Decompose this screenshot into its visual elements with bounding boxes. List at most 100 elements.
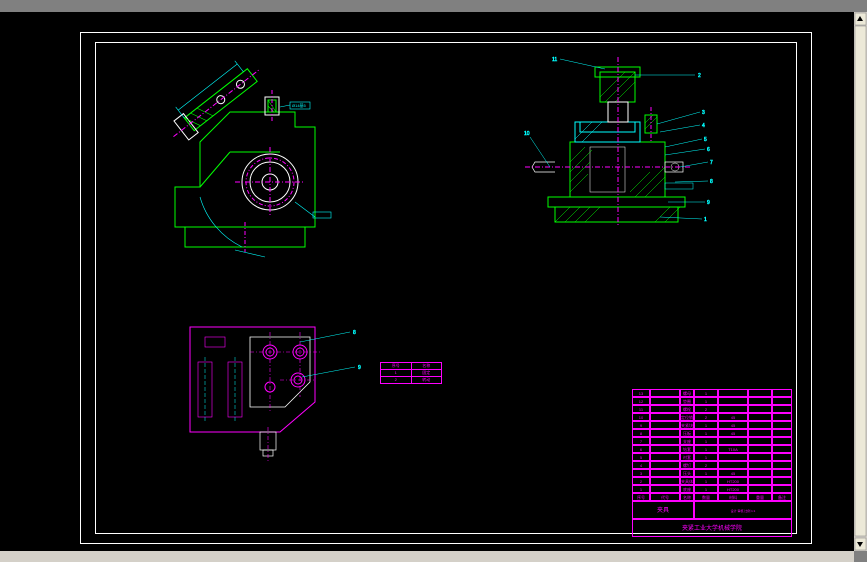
titleblock-cell: 8 (632, 429, 650, 437)
titleblock-cell (772, 461, 792, 469)
titleblock-cell (772, 445, 792, 453)
titleblock-cell (772, 437, 792, 445)
titleblock-header-cell: 名称 (680, 493, 694, 501)
titleblock-cell (718, 397, 748, 405)
titleblock-cell: 支座 (680, 437, 694, 445)
titleblock-header-cell: 材料 (718, 493, 748, 501)
cad-viewport: Ø14基5 (0, 0, 867, 562)
titleblock-cell (748, 413, 772, 421)
titleblock-cell (650, 437, 680, 445)
titleblock-cell: 1 (694, 469, 718, 477)
titleblock-cell: 1 (694, 445, 718, 453)
titleblock-cell: HT200 (718, 485, 748, 493)
titleblock-cell (772, 413, 792, 421)
svg-text:4: 4 (702, 123, 705, 129)
titleblock-cell (650, 389, 680, 397)
titleblock-cell (748, 485, 772, 493)
titleblock-cell (650, 413, 680, 421)
titleblock-cell: 底座 (680, 485, 694, 493)
titleblock-cell (748, 389, 772, 397)
titleblock-cell: 压板 (680, 429, 694, 437)
titleblock-cell: 1 (632, 485, 650, 493)
svg-text:5: 5 (704, 137, 707, 143)
titleblock-cell: 1 (694, 437, 718, 445)
titleblock-cell (650, 453, 680, 461)
titleblock-cell (650, 429, 680, 437)
titleblock-cell: 1 (694, 477, 718, 485)
titleblock-cell (748, 477, 772, 485)
titleblock-cell: 12 (632, 397, 650, 405)
titleblock-cell (772, 477, 792, 485)
scrollbar-horizontal[interactable] (0, 551, 854, 562)
titleblock-cell (772, 389, 792, 397)
titleblock-header-cell: 序号 (632, 493, 650, 501)
titleblock-cell: 6 (632, 445, 650, 453)
titleblock-cell: 45 (718, 421, 748, 429)
top-view: 8 9 (150, 302, 380, 472)
svg-text:6: 6 (707, 147, 710, 153)
titleblock-cell (650, 461, 680, 469)
svg-text:3: 3 (702, 110, 705, 116)
titleblock-cell (748, 397, 772, 405)
titleblock-cell: 1 (694, 429, 718, 437)
titleblock-cell: 7 (632, 437, 650, 445)
top-callout-1: 8 (353, 330, 356, 336)
titleblock-title: 夹具 (632, 501, 694, 519)
titleblock-cell (650, 445, 680, 453)
titleblock-cell: 螺钉 (680, 461, 694, 469)
titleblock-cell (772, 485, 792, 493)
titleblock-cell: 2 (694, 405, 718, 413)
scrollbar-vertical[interactable] (854, 12, 867, 551)
front-top-callout: Ø14基5 (292, 102, 307, 108)
titleblock-cell: HT200 (718, 477, 748, 485)
titleblock-cell: 1 (694, 389, 718, 397)
drawing-canvas[interactable]: Ø14基5 (10, 12, 854, 551)
titleblock-cell: 垫圈 (680, 397, 694, 405)
titleblock-cell: 2 (694, 413, 718, 421)
titleblock-footer: 夹紧工业大学机械学院 (632, 519, 792, 537)
side-view: 2 3 4 5 6 7 8 9 1 10 11 (520, 47, 750, 247)
titleblock-cell: 45 (718, 469, 748, 477)
titleblock-cell (718, 405, 748, 413)
title-block: 13螺母112垫圈111螺栓210定位销2459夹紧块1458压板1457支座1… (632, 389, 792, 539)
svg-text:9: 9 (707, 200, 710, 206)
svg-text:2: 2 (698, 73, 701, 79)
left-margin (0, 12, 10, 551)
titleblock-scale: 设计 审核 比例 1:1 (694, 501, 792, 519)
titleblock-cell: 压头 (680, 469, 694, 477)
titleblock-cell: 11 (632, 405, 650, 413)
titleblock-cell (650, 469, 680, 477)
titleblock-cell (718, 389, 748, 397)
titleblock-cell (650, 397, 680, 405)
titleblock-header-cell: 重量 (748, 493, 772, 501)
svg-text:1: 1 (704, 217, 707, 223)
titleblock-cell (718, 437, 748, 445)
titleblock-cell (748, 461, 772, 469)
titleblock-cell: 2 (694, 461, 718, 469)
svg-text:8: 8 (710, 179, 713, 185)
titleblock-cell: 1 (694, 397, 718, 405)
titleblock-header-cell: 代号 (650, 493, 680, 501)
titleblock-cell (650, 421, 680, 429)
titleblock-cell: 10 (632, 413, 650, 421)
titleblock-header-cell: 备注 (772, 493, 792, 501)
titleblock-cell (650, 477, 680, 485)
titleblock-cell: 钻套 (680, 445, 694, 453)
titleblock-cell: 1 (694, 485, 718, 493)
titleblock-cell (718, 453, 748, 461)
top-callout-2: 9 (358, 365, 361, 371)
titleblock-cell: 45 (718, 429, 748, 437)
titleblock-cell: T10A (718, 445, 748, 453)
titleblock-cell: 螺母 (680, 389, 694, 397)
titleblock-cell: 夹具体 (680, 477, 694, 485)
titleblock-cell (650, 485, 680, 493)
front-view: Ø14基5 (130, 52, 350, 262)
titleblock-cell (772, 421, 792, 429)
titleblock-cell: 定位销 (680, 413, 694, 421)
titleblock-cell (772, 453, 792, 461)
titleblock-cell: 13 (632, 389, 650, 397)
titleblock-cell (772, 469, 792, 477)
titleblock-header-cell: 数量 (694, 493, 718, 501)
titleblock-cell: 1 (694, 421, 718, 429)
titleblock-cell (748, 445, 772, 453)
